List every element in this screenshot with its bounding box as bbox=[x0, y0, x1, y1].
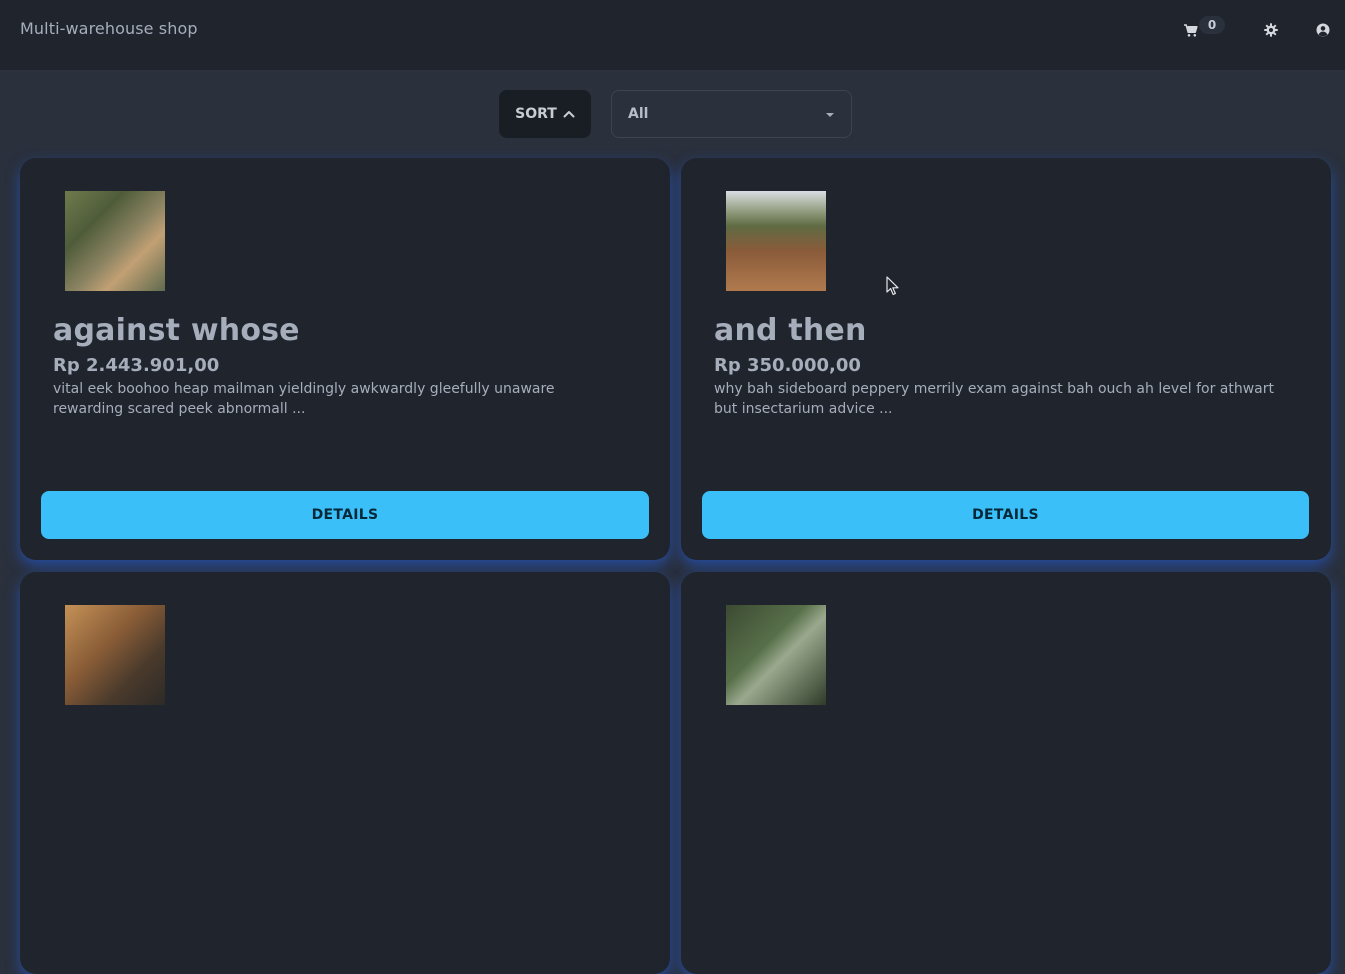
product-image bbox=[65, 605, 165, 705]
product-description: vital eek boohoo heap mailman yieldingly… bbox=[53, 381, 555, 417]
user-circle-icon bbox=[1316, 23, 1330, 37]
cart-count-badge: 0 bbox=[1199, 16, 1225, 34]
details-button[interactable]: DETAILS bbox=[41, 491, 649, 539]
sort-label: SORT bbox=[515, 106, 557, 122]
user-account-button[interactable] bbox=[1307, 14, 1339, 46]
gear-icon bbox=[1264, 23, 1278, 37]
product-image bbox=[726, 191, 826, 291]
chevron-up-icon bbox=[563, 111, 575, 118]
product-card bbox=[20, 572, 670, 974]
product-title: against whose bbox=[53, 313, 300, 348]
theme-toggle-button[interactable] bbox=[1255, 14, 1287, 46]
product-card: against whose Rp 2.443.901,00 vital eek … bbox=[20, 158, 670, 560]
product-image bbox=[726, 605, 826, 705]
details-button[interactable]: DETAILS bbox=[702, 491, 1309, 539]
product-price: Rp 2.443.901,00 bbox=[53, 355, 220, 376]
product-description: why bah sideboard peppery merrily exam a… bbox=[714, 381, 1274, 417]
mouse-cursor-icon bbox=[886, 276, 899, 296]
product-card bbox=[681, 572, 1331, 974]
cart-icon bbox=[1184, 23, 1198, 37]
product-image bbox=[65, 191, 165, 291]
top-navbar: Multi-warehouse shop 0 bbox=[0, 0, 1345, 70]
caret-down-icon bbox=[826, 113, 834, 117]
sort-button[interactable]: SORT bbox=[499, 90, 591, 138]
product-card: and then Rp 350.000,00 why bah sideboard… bbox=[681, 158, 1331, 560]
app-title[interactable]: Multi-warehouse shop bbox=[20, 19, 198, 38]
product-price: Rp 350.000,00 bbox=[714, 355, 861, 376]
product-title: and then bbox=[714, 313, 867, 348]
filter-selected-value: All bbox=[628, 106, 649, 122]
warehouse-filter-select[interactable]: All bbox=[611, 90, 852, 138]
